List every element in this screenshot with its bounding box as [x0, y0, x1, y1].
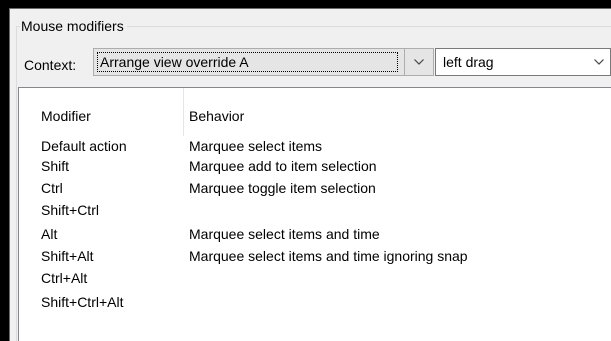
modifier-cell: Ctrl	[41, 180, 63, 196]
column-header-behavior[interactable]: Behavior	[189, 107, 244, 125]
context-dropdown-button[interactable]	[404, 49, 433, 75]
behavior-cell: Marquee select items	[189, 138, 323, 154]
chevron-down-icon	[414, 59, 424, 65]
action-dropdown[interactable]: left drag	[435, 48, 611, 76]
column-header-modifier[interactable]: Modifier	[41, 107, 91, 125]
modifier-cell: Shift+Ctrl+Alt	[41, 294, 124, 310]
table-row[interactable]: Shift+Ctrl+Alt	[19, 292, 611, 312]
behavior-cell: Marquee toggle item selection	[189, 180, 376, 196]
action-dropdown-button[interactable]	[588, 49, 610, 75]
behavior-cell: Marquee add to item selection	[189, 158, 377, 174]
mouse-modifiers-window: Mouse modifiers Context: Arrange view ov…	[9, 8, 611, 341]
table-row[interactable]: Ctrl Marquee toggle item selection	[19, 178, 611, 198]
modifier-cell: Ctrl+Alt	[41, 270, 88, 286]
modifier-cell: Shift+Alt	[41, 248, 94, 264]
modifier-cell: Shift+Ctrl	[41, 202, 99, 218]
modifier-cell: Alt	[41, 226, 58, 242]
table-row[interactable]: Shift+Alt Marquee select items and time …	[19, 246, 611, 266]
group-border-left	[16, 26, 17, 341]
modifier-cell: Shift	[41, 158, 70, 174]
context-dropdown-value: Arrange view override A	[100, 54, 249, 70]
table-row[interactable]: Shift+Ctrl	[19, 200, 611, 220]
context-label: Context:	[24, 57, 77, 73]
behavior-cell: Marquee select items and time	[189, 226, 380, 242]
chevron-down-icon	[594, 59, 604, 65]
column-divider[interactable]	[183, 88, 184, 136]
action-dropdown-value: left drag	[443, 54, 494, 70]
table-row[interactable]: Ctrl+Alt	[19, 268, 611, 288]
table-row[interactable]: Shift Marquee add to item selection	[19, 156, 611, 176]
group-title: Mouse modifiers	[20, 17, 127, 35]
list-header: Modifier Behavior	[19, 88, 611, 136]
modifier-cell: Default action	[41, 138, 127, 154]
table-row[interactable]: Default action Marquee select items	[19, 136, 611, 156]
behavior-cell: Marquee select items and time ignoring s…	[189, 248, 468, 264]
context-dropdown[interactable]: Arrange view override A	[93, 48, 434, 76]
table-row[interactable]: Alt Marquee select items and time	[19, 224, 611, 244]
modifiers-list[interactable]: Modifier Behavior Default action Marquee…	[18, 87, 611, 341]
